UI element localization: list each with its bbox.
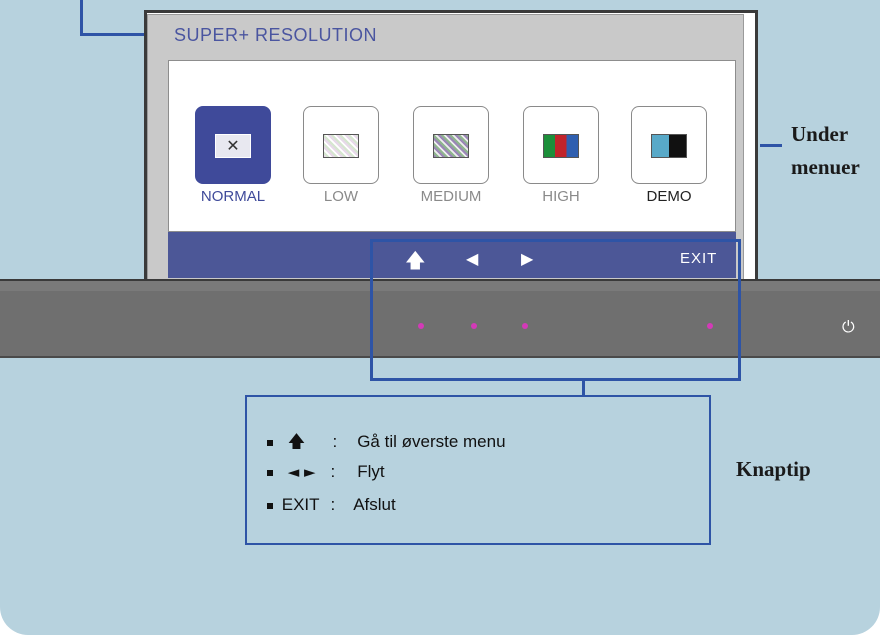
submenu-callout-line1: Under (791, 122, 849, 146)
option-demo-label: DEMO (646, 188, 692, 205)
button-tips-callout: Knaptip (736, 457, 811, 481)
option-normal-label: NORMAL (200, 188, 266, 205)
low-mode-icon (323, 134, 359, 158)
up-arrow-icon: 🡅 (287, 432, 306, 452)
tip-row: ◄ ► : Flyt (267, 462, 385, 482)
option-medium-label: MEDIUM (420, 188, 482, 205)
bullet (267, 469, 273, 476)
option-demo[interactable] (631, 106, 707, 184)
option-low[interactable] (303, 106, 379, 184)
osd-title: SUPER+ RESOLUTION (174, 25, 378, 45)
connector-line (80, 33, 146, 36)
option-high[interactable] (523, 106, 599, 184)
tip-text: Gå til øverste menu (357, 432, 506, 451)
connector-line (80, 0, 83, 36)
demo-mode-icon (651, 134, 687, 158)
option-normal[interactable] (195, 106, 271, 184)
high-mode-icon (543, 134, 579, 158)
arrows-icon: ◄ ► (287, 463, 316, 481)
tip-separator: : (332, 432, 338, 451)
tip-row: 🡅 : Gå til øverste menu (267, 429, 506, 458)
tip-separator: : (330, 495, 336, 514)
illustration: SUPER+ RESOLUTION NORMAL LOW MEDIUM HIGH… (0, 0, 880, 635)
submenu-callout: Under menuer (791, 118, 860, 184)
exit-key-label: EXIT (281, 495, 320, 514)
connector-line (760, 144, 782, 147)
bullet (267, 439, 273, 446)
tip-text: Afslut (353, 495, 396, 514)
tip-separator: : (330, 462, 336, 481)
option-high-label: HIGH (542, 188, 580, 205)
medium-mode-icon (433, 134, 469, 158)
tip-row: EXIT : Afslut (267, 495, 396, 515)
normal-mode-icon (215, 134, 251, 158)
power-icon[interactable]: ⏻ (842, 317, 855, 337)
buttons-highlight (370, 239, 741, 381)
option-medium[interactable] (413, 106, 489, 184)
option-low-label: LOW (323, 188, 359, 205)
tip-text: Flyt (357, 462, 385, 481)
submenu-callout-line2: menuer (791, 155, 860, 179)
bullet (267, 502, 273, 509)
